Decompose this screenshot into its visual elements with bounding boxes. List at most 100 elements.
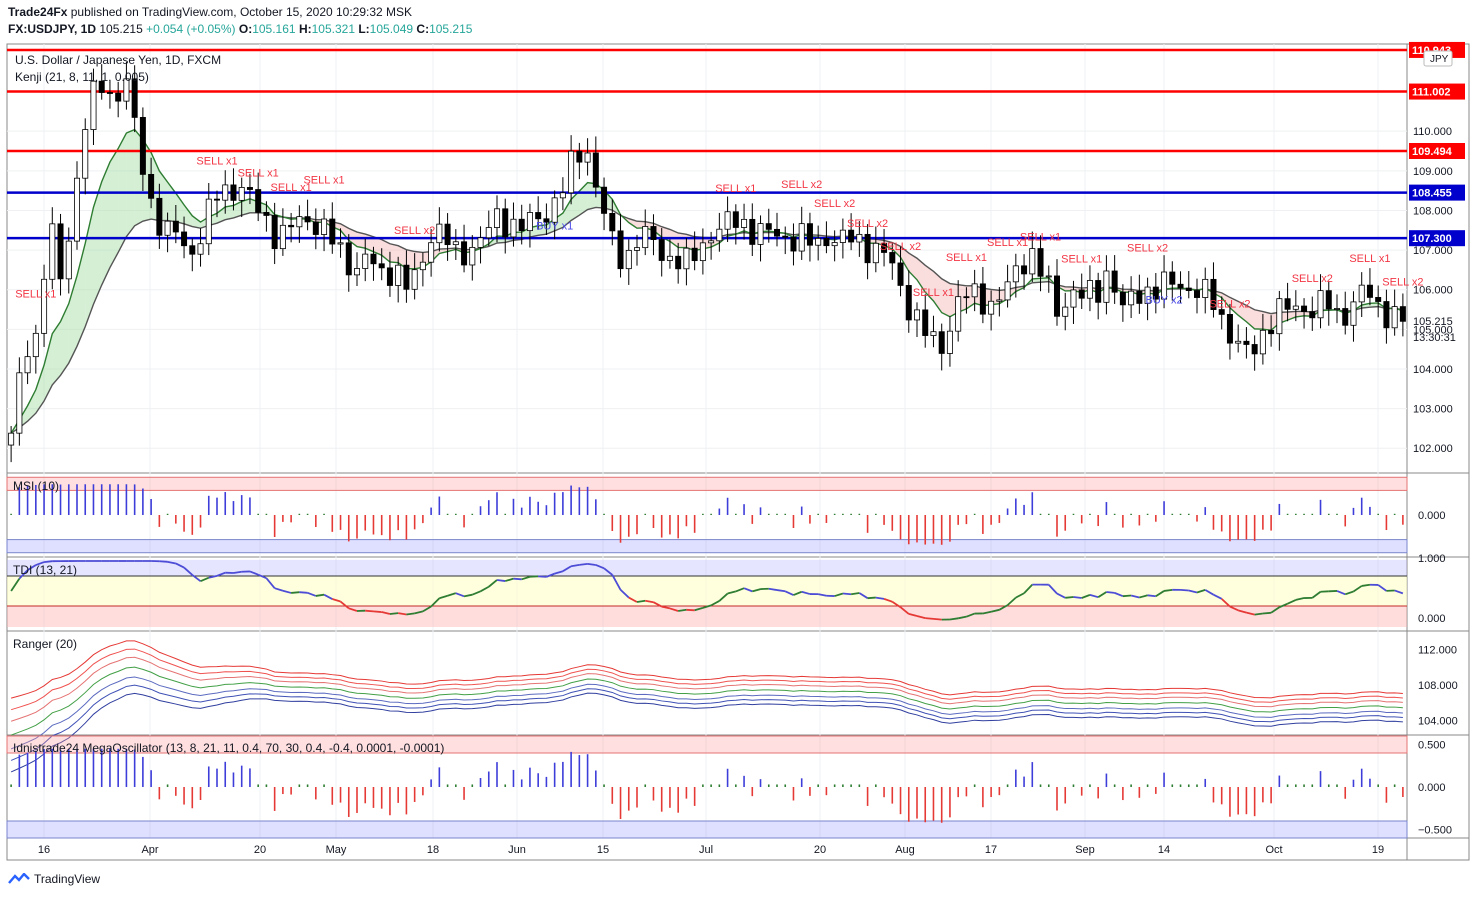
candle-body: [526, 212, 533, 232]
candle-body: [1366, 284, 1373, 298]
tdi-line-segment: [1180, 589, 1189, 592]
price-tick-label: 104.000: [1413, 364, 1453, 376]
tdi-line-segment: [389, 612, 399, 615]
tdi-line-segment: [678, 608, 687, 612]
candle-body: [971, 283, 978, 298]
candle-body: [510, 218, 517, 238]
candle-body: [1383, 301, 1390, 329]
mega-tick-label: 0.500: [1418, 740, 1446, 752]
published-text: published on TradingView.com, October 15…: [70, 5, 413, 19]
sell-signal-label: SELL x2: [781, 179, 822, 191]
sell-signal-label: SELL x1: [196, 156, 237, 168]
msi-lower-band: [6, 539, 1408, 554]
sell-signal-label: SELL x2: [847, 218, 888, 230]
price-tick-label: 103.000: [1413, 404, 1453, 416]
candle-body: [485, 227, 492, 239]
candle-body: [1021, 265, 1028, 275]
candle-body: [1103, 270, 1110, 303]
candle-body: [699, 242, 706, 262]
tdi-line-segment: [43, 560, 53, 563]
candle-body: [963, 296, 970, 299]
tdi-line-segment: [1147, 594, 1156, 598]
candle-body: [1375, 297, 1382, 302]
tdi-line-segment: [579, 562, 588, 566]
candle-body: [914, 309, 921, 321]
kenji-indicator-label: Kenji (21, 8, 11, 1, 0.005): [15, 70, 149, 84]
tdi-line-segment: [496, 579, 506, 582]
candle-body: [493, 208, 500, 228]
candle-body: [164, 220, 171, 236]
candle-body: [782, 235, 789, 238]
candle-body: [477, 237, 484, 248]
candle-body: [197, 243, 204, 255]
candle-body: [1128, 290, 1135, 306]
candle-body: [1226, 313, 1233, 344]
candle-body: [16, 372, 23, 434]
sell-signal-label: SELL x2: [880, 241, 921, 253]
ranger-tick-label: 104.000: [1418, 716, 1458, 728]
tdi-line-segment: [1361, 583, 1371, 587]
candle-body: [979, 283, 986, 315]
candle-body: [576, 150, 583, 163]
candle-body: [732, 211, 739, 228]
sell-signal-label: SELL x1: [238, 168, 279, 180]
time-tick-label: Jul: [699, 844, 713, 856]
candle-body: [1111, 270, 1118, 293]
time-tick-label: 16: [38, 844, 50, 856]
tdi-line-segment: [1073, 596, 1082, 599]
candle-body: [675, 255, 682, 270]
candle-body: [625, 249, 632, 270]
candle-body: [353, 268, 360, 276]
open-value: 105.161: [252, 22, 296, 36]
candle-body: [32, 332, 39, 358]
candle-body: [798, 223, 805, 252]
tdi-line-segment: [768, 587, 778, 591]
tdi-line-segment: [159, 560, 168, 563]
candle-body: [205, 198, 212, 245]
candle-body: [823, 237, 830, 247]
tradingview-logo-icon: [8, 873, 30, 884]
candle-body: [106, 92, 113, 94]
ohlc-header: FX:USDJPY, 1D 105.215 +0.054 (+0.05%) O:…: [8, 22, 473, 36]
candle-body: [708, 240, 715, 244]
candle-body: [24, 356, 31, 374]
ma-band-fill: [389, 243, 399, 263]
candle-body: [1045, 275, 1052, 278]
candle-body: [815, 237, 822, 246]
chart-canvas[interactable]: 102.000103.000104.000105.000106.000107.0…: [0, 0, 1475, 898]
candle-body: [955, 296, 962, 332]
candle-body: [246, 187, 253, 190]
publisher-name[interactable]: Trade24Fx: [8, 5, 67, 19]
candle-body: [378, 263, 385, 269]
candle-body: [617, 230, 624, 270]
candle-body: [1276, 298, 1283, 335]
time-tick-label: Apr: [141, 844, 158, 856]
candle-body: [741, 218, 748, 228]
candle-body: [419, 261, 426, 271]
candle-body: [1054, 275, 1061, 317]
tradingview-footer[interactable]: TradingView: [8, 872, 100, 886]
level-price-label: 107.300: [1412, 233, 1452, 245]
candle-body: [271, 215, 278, 250]
ma-band-fill: [126, 129, 135, 237]
ranger-tick-label: 112.000: [1418, 645, 1457, 657]
candle-body: [288, 224, 295, 228]
candle-body: [1012, 265, 1019, 283]
close-value: 105.215: [429, 22, 473, 36]
time-tick-label: 20: [254, 844, 266, 856]
candle-body: [658, 239, 665, 261]
sell-signal-label: SELL x2: [1127, 242, 1168, 254]
sell-signal-label: SELL x1: [715, 183, 756, 195]
tdi-line-segment: [538, 575, 547, 578]
candle-body: [131, 78, 138, 118]
tdi-line-segment: [373, 610, 382, 613]
ranger-band-line: [10, 692, 1403, 773]
candle-body: [1251, 344, 1258, 355]
candle-body: [806, 223, 813, 246]
candle-body: [1317, 290, 1324, 319]
candle-body: [872, 242, 879, 264]
level-price-label: 109.494: [1412, 146, 1453, 158]
last-price-tag: 105.215: [1413, 316, 1453, 328]
candle-body: [304, 216, 311, 223]
msi-pane-title: MSI (10): [13, 479, 59, 493]
